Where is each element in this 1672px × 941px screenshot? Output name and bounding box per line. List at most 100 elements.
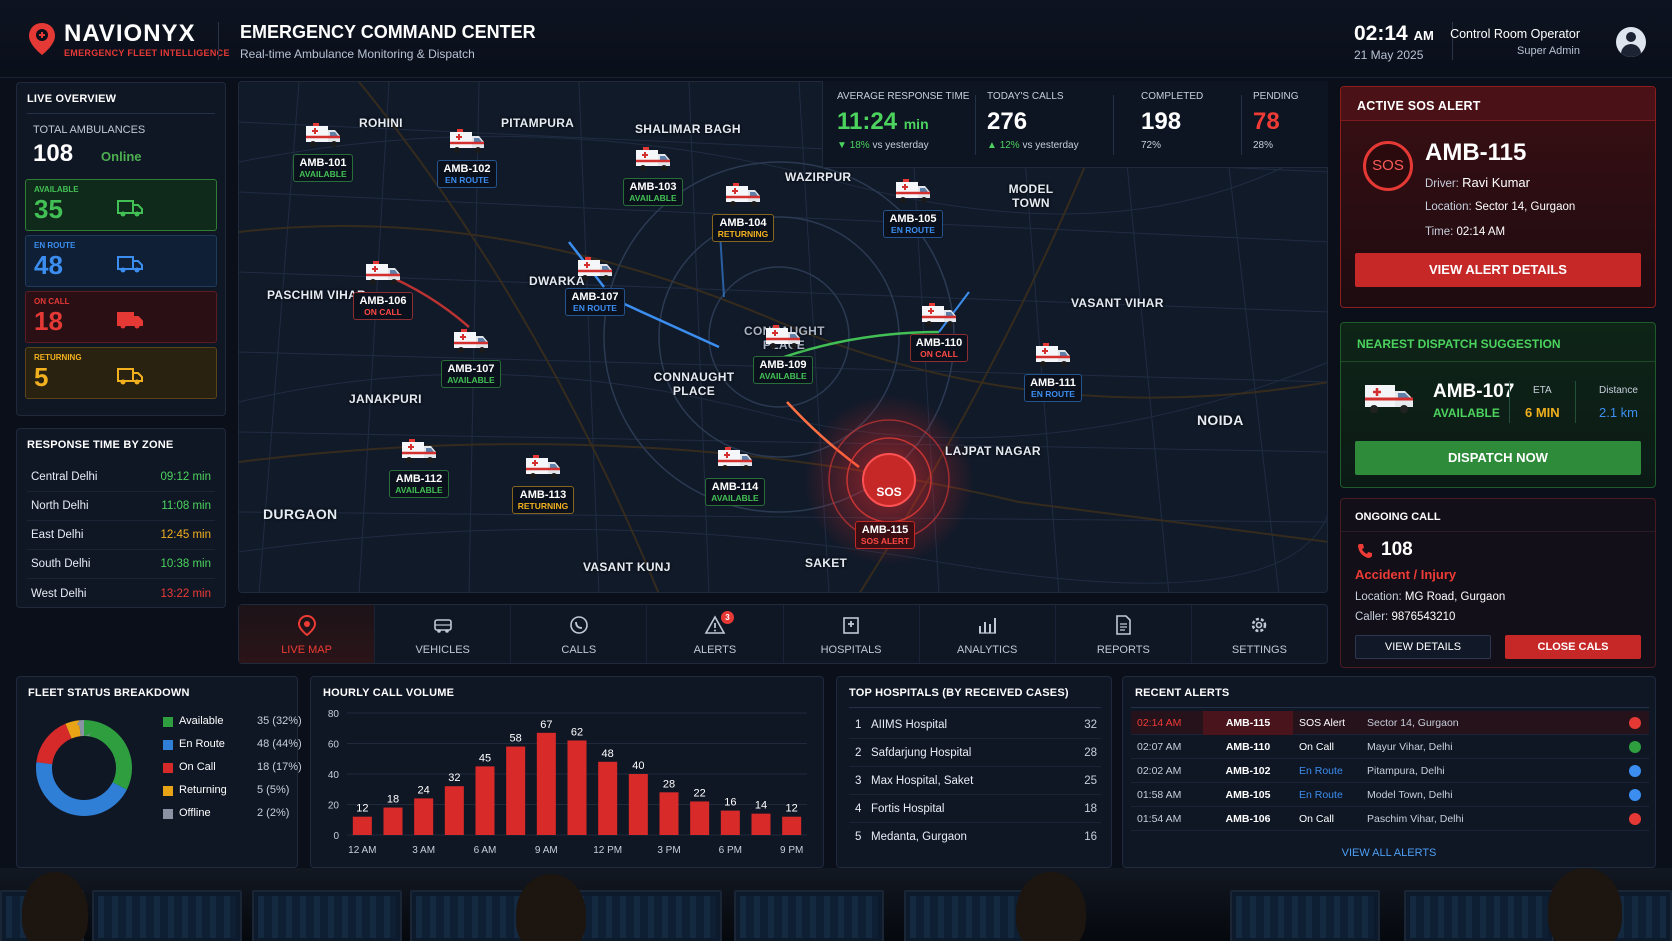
alert-status: On Call <box>1299 812 1335 825</box>
kpi-value: 11:24 <box>837 108 898 135</box>
stat-returning[interactable]: RETURNING 5 <box>25 347 217 399</box>
document-icon <box>1116 615 1132 635</box>
total-ambulances-label: TOTAL AMBULANCES <box>33 124 146 136</box>
monitor <box>252 890 402 941</box>
ambulance-id: AMB-102 <box>443 163 491 175</box>
nav-reports[interactable]: REPORTS <box>1056 605 1192 663</box>
hospital-row[interactable]: 4 Fortis Hospital 18 <box>849 795 1101 823</box>
top-hospitals-panel: TOP HOSPITALS (BY RECEIVED CASES) 1 AIIMS… <box>836 676 1112 868</box>
ambulance-marker[interactable]: AMB-106 ON CALL <box>349 260 417 320</box>
operator-info[interactable]: Control Room Operator Super Admin <box>1450 27 1580 57</box>
nav-label: CALLS <box>561 644 597 656</box>
alert-status: SOS Alert <box>1299 716 1346 729</box>
ambulance-tag: AMB-107 AVAILABLE <box>441 360 501 388</box>
alert-row[interactable]: 01:54 AM AMB-106 On Call Paschim Vihar, Del… <box>1131 807 1649 831</box>
ambulance-icon <box>578 257 612 281</box>
view-all-alerts-link[interactable]: VIEW ALL ALERTS <box>1123 847 1655 859</box>
brand-tagline: EMERGENCY FLEET INTELLIGENCE <box>64 48 230 58</box>
view-details-button[interactable]: VIEW DETAILS <box>1355 635 1491 659</box>
ambulance-marker[interactable]: AMB-101 AVAILABLE <box>289 122 357 182</box>
ongoing-call-title: ONGOING CALL <box>1355 511 1441 523</box>
ambulance-marker[interactable]: AMB-109 AVAILABLE <box>749 324 817 384</box>
hospital-rank: 3 <box>855 774 862 787</box>
field-label: Time: <box>1425 226 1454 238</box>
hospital-row[interactable]: 3 Max Hospital, Saket 25 <box>849 767 1101 795</box>
bar <box>444 786 464 835</box>
divider <box>1341 531 1655 532</box>
close-call-button[interactable]: CLOSE CALS <box>1505 635 1641 659</box>
hourly-call-volume-panel: HOURLY CALL VOLUME 0 20 40 60 80 12 18 24 32 45 58… <box>310 676 824 868</box>
bar-value-label: 48 <box>602 748 614 760</box>
call-type: Accident / Injury <box>1355 567 1457 582</box>
sos-marker-label[interactable]: SOS <box>872 485 906 499</box>
stat-on-call[interactable]: ON CALL 18 <box>25 291 217 343</box>
fleet-status-title: FLEET STATUS BREAKDOWN <box>28 687 190 699</box>
user-avatar-icon[interactable] <box>1616 27 1646 57</box>
dispatch-now-button[interactable]: DISPATCH NOW <box>1355 441 1641 475</box>
nav-calls[interactable]: CALLS <box>511 605 648 663</box>
brand-name: NAVIONYX <box>64 20 196 47</box>
nav-label: LIVE MAP <box>281 644 332 656</box>
monitor <box>1404 890 1554 941</box>
ambulance-marker[interactable]: AMB-114 AVAILABLE <box>701 446 769 506</box>
ambulance-marker[interactable]: AMB-110 ON CALL <box>905 302 973 362</box>
operator-silhouette <box>22 872 88 941</box>
ambulance-status: RETURNING <box>717 229 769 239</box>
brand-logo[interactable]: NAVIONYX EMERGENCY FLEET INTELLIGENCE <box>28 20 230 58</box>
stat-available[interactable]: AVAILABLE 35 <box>25 179 217 231</box>
ambulance-marker[interactable]: AMB-107 AVAILABLE <box>437 328 505 388</box>
hospital-row[interactable]: 1 AIIMS Hospital 32 <box>849 711 1101 739</box>
bar-value-label: 22 <box>694 787 706 799</box>
view-alert-details-button[interactable]: VIEW ALERT DETAILS <box>1355 253 1641 287</box>
nav-analytics[interactable]: ANALYTICS <box>920 605 1056 663</box>
operator-silhouette <box>1016 872 1086 941</box>
legend-value: 2 (2%) <box>257 807 290 819</box>
nav-settings[interactable]: SETTINGS <box>1192 605 1327 663</box>
stat-en-route[interactable]: EN ROUTE 48 <box>25 235 217 287</box>
hospital-row[interactable]: 5 Medanta, Gurgaon 16 <box>849 823 1101 851</box>
ambulance-marker[interactable]: AMB-112 AVAILABLE <box>385 438 453 498</box>
alerts-badge: 3 <box>720 611 734 624</box>
legend-swatch <box>163 717 173 727</box>
bottom-nav: LIVE MAP VEHICLES CALLS 3 ALERTS HOSPITA… <box>238 604 1328 664</box>
alert-row[interactable]: 01:58 AM AMB-105 En Route Model Town, Delhi <box>1131 783 1649 807</box>
x-tick-label: 6 PM <box>719 845 742 856</box>
zone-row: West Delhi 13:22 min <box>27 579 215 608</box>
stat-label: AVAILABLE <box>34 185 79 194</box>
hospital-count: 25 <box>1084 774 1097 787</box>
nav-alerts[interactable]: 3 ALERTS <box>647 605 784 663</box>
suggested-ambulance-id: AMB-107 <box>1433 381 1515 402</box>
ambulance-status: AVAILABLE <box>711 493 759 503</box>
ambulance-marker[interactable]: AMB-111 EN ROUTE <box>1019 342 1087 402</box>
ambulance-marker[interactable]: AMB-104 RETURNING <box>709 182 777 242</box>
x-tick-label: 12 AM <box>348 845 376 856</box>
ambulance-status: ON CALL <box>920 349 958 359</box>
alert-row[interactable]: 02:14 AM AMB-115 SOS Alert Sector 14, Gurga… <box>1131 710 1649 735</box>
ambulance-marker[interactable]: AMB-105 EN ROUTE <box>879 178 947 238</box>
ambulance-marker[interactable]: AMB-103 AVAILABLE <box>619 146 687 206</box>
x-tick-label: 9 AM <box>535 845 558 856</box>
y-tick-label: 40 <box>328 770 340 781</box>
status-dot-icon <box>1629 812 1641 825</box>
ambulance-tag: AMB-105 EN ROUTE <box>883 210 943 238</box>
bar <box>720 810 740 835</box>
ambulance-marker[interactable]: AMB-107 EN ROUTE <box>561 256 629 316</box>
ambulance-marker[interactable]: AMB-113 RETURNING <box>509 454 577 514</box>
nav-hospitals[interactable]: HOSPITALS <box>784 605 920 663</box>
ambulance-marker[interactable]: AMB-102 EN ROUTE <box>433 128 501 188</box>
bar-value-label: 12 <box>786 803 798 815</box>
bar <box>659 792 679 835</box>
hospital-row[interactable]: 2 Safdarjung Hospital 28 <box>849 739 1101 767</box>
bar <box>628 774 648 835</box>
alert-row[interactable]: 02:07 AM AMB-110 On Call Mayur Vihar, Delhi <box>1131 735 1649 759</box>
ambulance-status: SOS ALERT <box>860 536 910 546</box>
alert-row[interactable]: 02:02 AM AMB-102 En Route Pitampura, Delhi <box>1131 759 1649 783</box>
nav-vehicles[interactable]: VEHICLES <box>375 605 512 663</box>
kpi-strip: AVERAGE RESPONSE TIME 11:24 min ▼ 18% vs… <box>822 81 1328 168</box>
ambulance-marker[interactable]: AMB-115 SOS ALERT <box>851 492 919 549</box>
nav-live-map[interactable]: LIVE MAP <box>239 605 376 663</box>
ambulance-icon <box>636 147 670 171</box>
bar <box>383 807 403 835</box>
alert-time: 02:07 AM <box>1137 740 1182 753</box>
ambulance-icon <box>1036 343 1070 367</box>
